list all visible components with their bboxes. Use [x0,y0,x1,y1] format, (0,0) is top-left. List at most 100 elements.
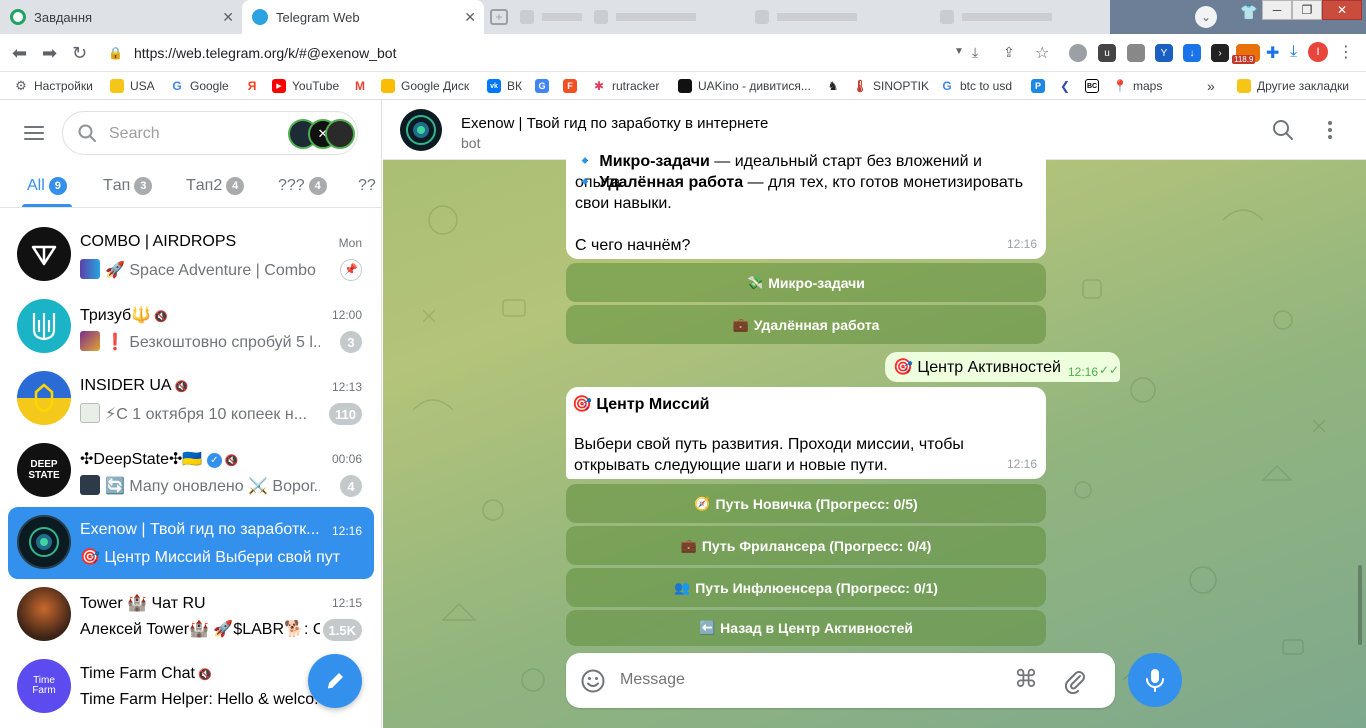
bookmark-google-drive[interactable]: Google Диск [381,78,469,94]
bookmark-chess[interactable]: ♞ [826,78,846,94]
chat-item-insider-ua[interactable]: INSIDER UA 🔇 12:13 ⚡С 1 октября 10 копеек… [8,363,374,435]
tab-tap2[interactable]: Tап2 4 [186,177,245,195]
extension-download-icon[interactable]: ↓ [1183,44,1201,62]
hamburger-menu-icon[interactable] [24,124,46,142]
chat-item-exenow[interactable]: Exenow | Твой гид по заработк... 12:16 🎯… [8,507,374,579]
search-icon[interactable] [1271,118,1295,142]
smiley-icon[interactable] [580,668,606,694]
chat-time: 12:00 [331,308,362,322]
new-tab-button[interactable]: + [490,9,508,25]
install-icon[interactable]: ⤓ [972,44,978,61]
chat-item-deepstate[interactable]: DEEP STATE ✣DeepState✣🇺🇦 ✓ 🔇 00:06 🔄 Мапу… [8,435,374,507]
chat-item-combo-airdrops[interactable]: COMBO | AIRDROPS Mon 🚀 Space Adventure |… [8,219,374,291]
keyboard-button-micro-tasks[interactable]: 💸 Микро-задачи [566,263,1046,302]
profile-avatar[interactable]: I [1308,42,1328,62]
muted-icon: 🔇 [154,311,168,323]
bookmark-sinoptik[interactable]: 🌡 SINOPTIK [852,78,929,94]
tab-all[interactable]: All 9 [27,177,67,195]
url-text[interactable]: https://web.telegram.org/k/#@exenow_bot [134,45,396,61]
chat-item-tower[interactable]: Tower 🏰 Чат RU 12:15 Алексей Tower🏰 🚀$LA… [8,579,374,651]
vk-icon: vk [487,79,501,93]
keyboard-button-remote-work[interactable]: 💼 Удалённая работа [566,305,1046,344]
bookmark-youtube[interactable]: ▶ YouTube [272,78,339,94]
target-icon: 🎯 [572,396,592,413]
attach-icon[interactable] [1062,668,1088,694]
share-icon[interactable]: ⇪ [1003,44,1015,61]
chat-time: 12:16 [331,524,362,538]
avatar [17,299,71,353]
lock-icon[interactable]: 🔒 [108,46,123,60]
blurred-tab[interactable] [520,8,582,26]
shirt-icon[interactable]: 👕 [1240,4,1258,22]
bookmark-maps[interactable]: 📍 maps [1113,78,1162,94]
keyboard-button-influencer-path[interactable]: 👥 Путь Инфлюенсера (Прогресс: 0/1) [566,568,1046,607]
forward-arrow-icon[interactable]: ➡ [42,43,57,63]
bookmark-other[interactable]: Другие закладки [1237,78,1349,94]
compose-button[interactable] [308,654,362,708]
tab-question3[interactable]: ??? 4 [278,177,327,195]
preview-thumbnail [80,331,100,351]
bookmark-uakino[interactable]: UAKino - дивитися... [678,78,811,94]
more-vertical-icon[interactable] [1318,118,1342,142]
tab-tap[interactable]: Tап 3 [103,177,153,195]
more-bookmarks-button[interactable]: » [1207,78,1215,94]
maximize-button[interactable]: ❐ [1292,0,1322,20]
blurred-tab[interactable] [755,8,857,26]
scrollbar[interactable] [1358,565,1362,645]
bookmark-usa[interactable]: USA [110,78,155,94]
bookmark-gmail[interactable]: M [353,78,373,94]
blurred-tab[interactable] [940,8,1052,26]
chat-item-tryzub[interactable]: Тризуб🔱 🔇 12:00 ❗ Безкоштовно спробуй 5 l… [8,291,374,363]
chat-avatar[interactable] [400,109,442,151]
bot-commands-icon[interactable]: ⌘ [1014,666,1038,694]
address-bar[interactable]: 🔒 https://web.telegram.org/k/#@exenow_bo… [100,40,960,66]
close-icon[interactable]: ✕ [464,9,476,25]
keyboard-button-back[interactable]: ⬅️ Назад в Центр Активностей [566,610,1046,646]
globe-icon[interactable] [1069,44,1087,62]
minimize-button[interactable]: ─ [1262,0,1292,20]
back-arrow-icon[interactable]: ⬅ [12,43,27,63]
browser-tab-zavdannya[interactable]: Завдання ✕ [0,0,242,34]
tab-search-button[interactable]: ⌄ [1195,6,1217,28]
bookmark-yandex[interactable]: Я [245,78,265,94]
chat-list-panel: Search ✕ All 9 Tап 3 Tап2 4 ??? 4 ?? COMBO |… [0,100,382,728]
bookmark-vk[interactable]: vk ВК [487,78,522,94]
extension-terminal-icon[interactable]: › [1211,44,1229,62]
story-avatar[interactable] [325,119,355,149]
extension-y-icon[interactable]: Y [1155,44,1173,62]
message-composer: ⌘ [566,653,1115,708]
search-input[interactable]: Search ✕ [62,111,358,155]
pencil-icon [327,673,343,689]
blurred-tab[interactable] [594,8,696,26]
voice-record-button[interactable] [1128,653,1182,707]
bookmark-arrow[interactable]: ❮ [1058,78,1078,94]
keyboard-button-freelancer-path[interactable]: 💼 Путь Фрилансера (Прогресс: 0/4) [566,526,1046,565]
bookmark-bc[interactable]: BC [1085,78,1105,94]
downloads-icon[interactable]: ⤓ [1290,43,1297,61]
bookmark-settings[interactable]: ⚙ Настройки [14,78,93,94]
message-input[interactable] [620,665,1000,695]
diamond-icon: 🔹 [575,174,595,191]
bookmark-rutracker[interactable]: ✱ rutracker [592,78,659,94]
p-icon: P [1031,79,1045,93]
extension-briefcase-icon[interactable] [1127,44,1145,62]
puzzle-icon[interactable]: ✚ [1266,43,1279,63]
close-icon[interactable]: ✕ [222,9,234,25]
extension-shield-icon[interactable]: u [1098,44,1116,62]
tab-question2[interactable]: ?? [358,177,376,195]
close-window-button[interactable]: ✕ [1322,0,1362,20]
bookmark-f[interactable]: F [563,78,583,94]
star-icon[interactable]: ☆ [1035,43,1049,63]
chat-title[interactable]: Exenow | Твой гид по заработку в интерне… [461,115,768,132]
bookmark-btc-to-usd[interactable]: Gbtc to usd [940,78,1012,94]
bookmark-google[interactable]: G Google [170,78,229,94]
bookmark-translate[interactable]: G [535,78,555,94]
menu-kebab-icon[interactable]: ⋮ [1338,42,1354,62]
bookmark-p[interactable]: P [1031,78,1051,94]
reload-icon[interactable]: ↻ [72,43,87,63]
bookmarks-bar: ⚙ Настройки USA G Google Я ▶ YouTube M Goog… [0,72,1366,100]
dropdown-icon[interactable]: ▼ [954,46,964,57]
browser-tab-telegram[interactable]: Telegram Web ✕ [242,0,484,34]
keyboard-button-newbie-path[interactable]: 🧭 Путь Новичка (Прогресс: 0/5) [566,484,1046,523]
chat-time: 00:06 [331,452,362,466]
